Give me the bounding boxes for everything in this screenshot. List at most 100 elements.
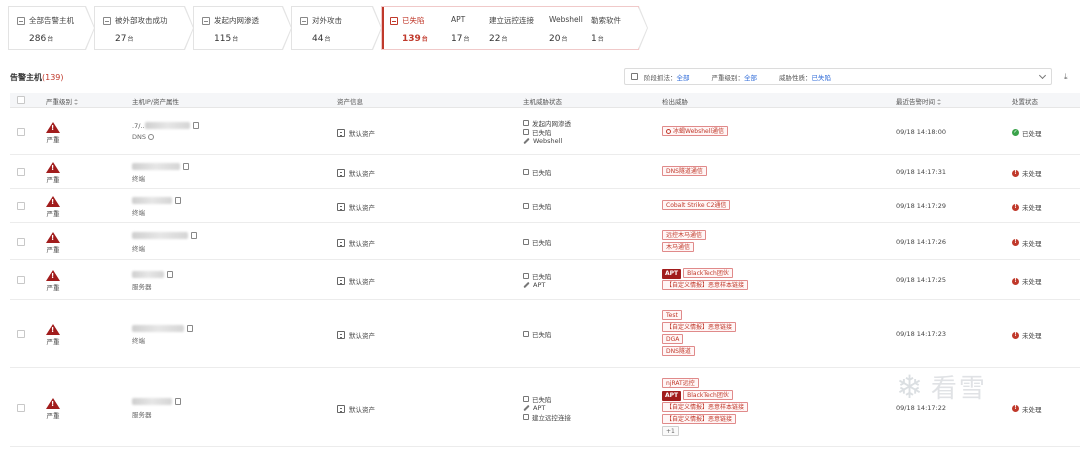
severity-indicator: 严重 bbox=[45, 162, 61, 184]
status-badge[interactable]: ! 未处理 bbox=[1012, 168, 1042, 178]
asset-info[interactable]: 默认资产 bbox=[337, 330, 375, 340]
shield-icon bbox=[523, 203, 529, 209]
shield-icon bbox=[523, 119, 529, 126]
asset-icon bbox=[337, 169, 345, 177]
detection-tag[interactable]: 【自定义情报】恶意链接 bbox=[662, 322, 737, 332]
funnel-step-lateral[interactable]: 发起内网渗透 115台 bbox=[193, 6, 283, 50]
info-icon[interactable] bbox=[148, 133, 154, 140]
detection-tag[interactable]: BlackTech团伙 bbox=[683, 389, 733, 400]
detection-tag[interactable]: Test bbox=[662, 310, 682, 320]
filter-bar[interactable]: 阶段抓法：全部 严重级别：全部 威胁性质：已失陷 bbox=[624, 68, 1052, 85]
detection-tag[interactable]: DNS隧道 bbox=[662, 346, 695, 356]
status-badge[interactable]: ! 未处理 bbox=[1012, 330, 1042, 340]
copy-icon[interactable] bbox=[191, 232, 197, 239]
detection-tag[interactable]: njRAT远控 bbox=[662, 377, 699, 388]
detection-line: 【自定义情报】恶意链接 bbox=[662, 413, 748, 426]
detection-tag[interactable]: DNS隧道通信 bbox=[662, 166, 707, 176]
row-checkbox[interactable] bbox=[17, 237, 25, 246]
row-checkbox[interactable] bbox=[17, 276, 25, 284]
row-checkbox[interactable] bbox=[17, 330, 25, 338]
asset-info[interactable]: 默认资产 bbox=[337, 128, 375, 138]
shield-icon bbox=[523, 238, 529, 245]
host-ip[interactable]: 终端 bbox=[132, 162, 189, 183]
asset-info[interactable]: 默认资产 bbox=[337, 238, 375, 248]
alert-circle-icon: ! bbox=[1012, 405, 1019, 412]
threat-state: 已失陷 bbox=[523, 394, 571, 404]
table-row[interactable]: 严重终端 默认资产 已失陷 Cobalt Strike C2通信 09/18 14:17… bbox=[10, 189, 1080, 223]
row-checkbox[interactable] bbox=[17, 403, 25, 412]
status-badge[interactable]: ! 未处理 bbox=[1012, 202, 1042, 212]
row-checkbox[interactable] bbox=[17, 202, 25, 210]
network-icon bbox=[202, 16, 210, 25]
host-ip[interactable]: 服务器 bbox=[132, 398, 181, 419]
col-last-alert-time[interactable]: 最近告警时间 bbox=[896, 96, 941, 106]
copy-icon[interactable] bbox=[175, 398, 181, 405]
detection-line: 【自定义情报】恶意样本链接 bbox=[662, 401, 749, 414]
detection-tag[interactable]: 冰蝎Webshell通信 bbox=[662, 125, 729, 136]
detection-tag[interactable]: Cobalt Strike C2通信 bbox=[662, 200, 731, 210]
table-row[interactable]: 严重终端 默认资产 已失陷 Test 【自定义情报】恶意链接 DGA DNS隧道 09/18 … bbox=[10, 300, 1080, 368]
detections: 远控木马通信 木马通信 bbox=[662, 229, 707, 254]
asset-info[interactable]: 默认资产 bbox=[337, 202, 375, 212]
threat-states: 已失陷 bbox=[523, 237, 552, 247]
sort-icon[interactable] bbox=[74, 99, 78, 105]
asset-icon bbox=[337, 404, 345, 413]
table-row[interactable]: 严重服务器默认资产已失陷APTAPTBlackTech团伙【自定义情报】恶意样本… bbox=[10, 260, 1080, 300]
table-row[interactable]: 严重终端 默认资产 已失陷 DNS隧道通信 09/18 14:17:31 !未处理 bbox=[10, 155, 1080, 189]
funnel-step-outbound[interactable]: 对外攻击 44台 bbox=[291, 6, 373, 50]
detection-tag[interactable]: 【自定义情报】恶意链接 bbox=[662, 413, 737, 424]
copy-icon[interactable] bbox=[175, 196, 181, 204]
copy-icon[interactable] bbox=[192, 122, 199, 129]
download-icon[interactable]: ⤓ bbox=[1064, 72, 1068, 82]
status-badge[interactable]: ! 未处理 bbox=[1012, 276, 1042, 286]
host-ip[interactable]: 服务器 bbox=[132, 270, 173, 291]
target-icon bbox=[103, 16, 111, 25]
status-badge[interactable]: ! 未处理 bbox=[1012, 238, 1042, 248]
asset-info[interactable]: 默认资产 bbox=[337, 404, 375, 414]
detection-tag[interactable]: BlackTech团伙 bbox=[683, 268, 733, 278]
host-ip[interactable]: 终端 bbox=[132, 196, 181, 217]
copy-icon[interactable] bbox=[187, 324, 193, 332]
funnel-step-compromised[interactable]: 已失陷 139台 APT 17台 建立远控连接 22台 Webshell 20台… bbox=[381, 6, 639, 50]
detection-tag[interactable]: 远控木马通信 bbox=[662, 229, 707, 240]
host-type: 终端 bbox=[132, 175, 145, 183]
table-row[interactable]: 严重终端 默认资产 已失陷 远控木马通信木马通信 09/18 14:17:26 !未处理 bbox=[10, 223, 1080, 260]
warning-icon bbox=[46, 231, 60, 243]
asset-info[interactable]: 默认资产 bbox=[337, 168, 375, 178]
host-ip[interactable]: 终端 bbox=[132, 324, 193, 345]
funnel-step-external-attack[interactable]: 被外部攻击成功 27台 bbox=[94, 6, 185, 50]
row-checkbox[interactable] bbox=[17, 127, 25, 136]
copy-icon[interactable] bbox=[183, 162, 189, 170]
row-checkbox[interactable] bbox=[17, 168, 25, 176]
severity-indicator: 严重 bbox=[45, 121, 61, 144]
host-ip[interactable]: .7/.. DNS bbox=[132, 122, 199, 141]
redacted-ip bbox=[132, 196, 172, 204]
page-title: 告警主机(139) bbox=[10, 73, 64, 82]
status-badge[interactable]: ! 未处理 bbox=[1012, 404, 1042, 414]
redacted-ip bbox=[132, 162, 180, 170]
detections: Cobalt Strike C2通信 bbox=[662, 200, 731, 212]
funnel-step-all-hosts[interactable]: 全部告警主机 286台 bbox=[8, 6, 86, 50]
table-row[interactable]: 严重 .7/..DNS 默认资产 发起内网渗透已失陷Webshell 冰蝎Webshel… bbox=[10, 108, 1080, 155]
host-type: 终端 bbox=[132, 337, 145, 345]
col-severity[interactable]: 严重级别 bbox=[46, 96, 78, 106]
host-ip[interactable]: 终端 bbox=[132, 232, 197, 253]
asset-icon bbox=[337, 238, 345, 247]
select-all-checkbox[interactable] bbox=[17, 96, 25, 104]
detection-tag[interactable]: 【自定义情报】恶意样本链接 bbox=[662, 280, 749, 290]
threat-state: 已失陷 bbox=[523, 168, 552, 177]
filter-severity[interactable]: 严重级别：全部 bbox=[712, 72, 758, 82]
copy-icon[interactable] bbox=[167, 270, 173, 278]
chevron-down-icon[interactable] bbox=[1038, 71, 1047, 80]
detection-tag[interactable]: 木马通信 bbox=[662, 241, 695, 252]
redacted-ip bbox=[144, 122, 190, 129]
status-badge[interactable]: ✓ 已处理 bbox=[1012, 128, 1042, 138]
shield-icon bbox=[523, 331, 529, 337]
detection-tag[interactable]: 【自定义情报】恶意样本链接 bbox=[662, 401, 749, 412]
filter-stage[interactable]: 阶段抓法：全部 bbox=[644, 72, 690, 82]
filter-threat-nature[interactable]: 威胁性质：已失陷 bbox=[779, 72, 831, 82]
more-detections-tag[interactable]: +1 bbox=[662, 425, 679, 436]
asset-info[interactable]: 默认资产 bbox=[337, 276, 375, 286]
sort-icon[interactable] bbox=[937, 99, 941, 105]
detection-tag[interactable]: DGA bbox=[662, 334, 684, 344]
